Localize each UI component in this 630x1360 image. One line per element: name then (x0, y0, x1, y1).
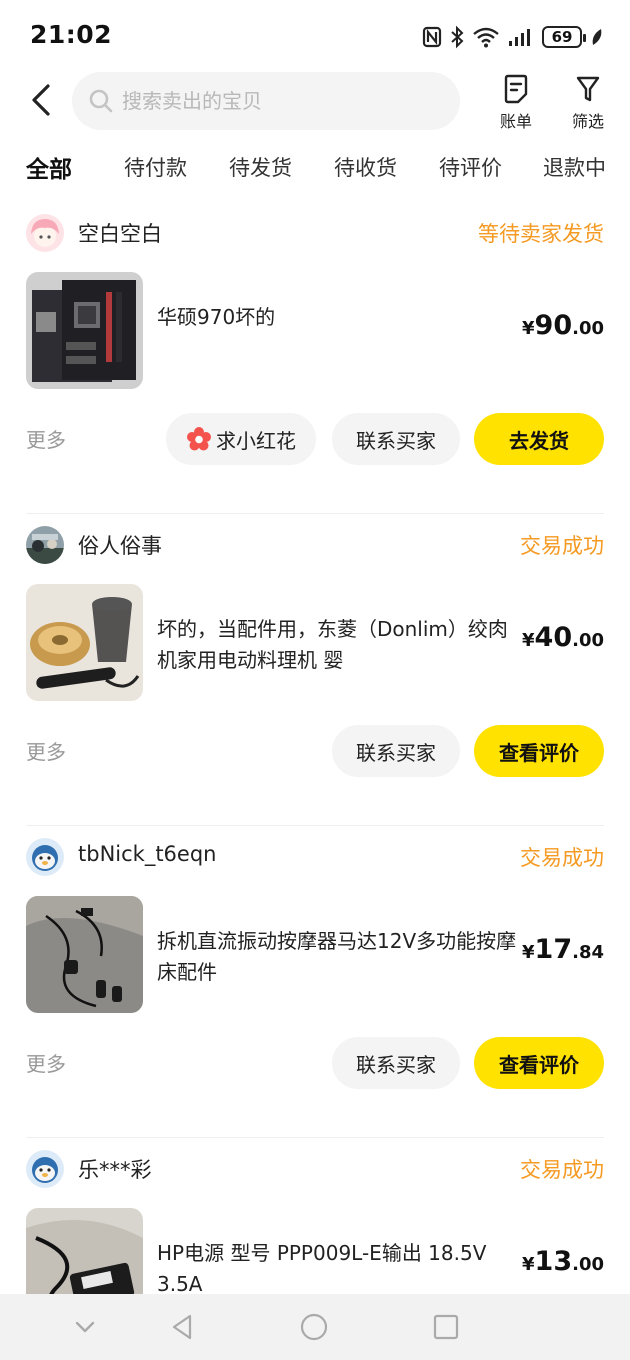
buyer-name[interactable]: 乐***彩 (78, 1154, 152, 1184)
tab-label: 待发货 (229, 156, 292, 180)
chevron-left-icon (32, 84, 50, 116)
buyer-name[interactable]: tbNick_t6eqn (78, 842, 216, 866)
price-currency: ¥ (522, 942, 535, 963)
search-box[interactable] (72, 72, 460, 130)
triangle-back-icon (172, 1314, 192, 1340)
square-recents-icon (433, 1314, 459, 1340)
contact-buyer-button[interactable]: 联系买家 (332, 1037, 460, 1089)
price-integer: 17 (534, 934, 573, 965)
tab-pending-payment[interactable]: 待付款 (124, 152, 187, 182)
tab-all[interactable]: 全部 (26, 150, 72, 184)
tab-label: 退款中 (543, 156, 606, 180)
order-tabs: 全部 待付款 待发货 待收货 待评价 退款中 (0, 144, 630, 194)
price-decimal: .84 (572, 942, 604, 963)
leaf-icon (592, 29, 602, 45)
avatar (26, 214, 64, 252)
bill-label: 账单 (499, 112, 532, 131)
price-integer: 90 (534, 310, 573, 341)
more-link[interactable]: 更多 (26, 1048, 66, 1077)
search-input[interactable] (122, 89, 442, 113)
nav-recents-button[interactable] (431, 1312, 461, 1342)
price-decimal: .00 (572, 318, 604, 339)
wifi-icon (473, 27, 499, 48)
chevron-down-icon (75, 1321, 95, 1333)
system-icons: 69 (422, 22, 604, 52)
contact-buyer-button[interactable]: 联系买家 (332, 413, 460, 465)
nav-back-button[interactable] (168, 1312, 198, 1342)
tab-label: 待评价 (439, 156, 502, 180)
price-currency: ¥ (522, 318, 535, 339)
product-thumbnail[interactable] (26, 584, 143, 701)
avatar (26, 526, 64, 564)
bill-icon (504, 74, 528, 104)
product-price: ¥13.00 (522, 1246, 604, 1277)
system-navigation-bar (0, 1294, 630, 1360)
price-integer: 40 (534, 622, 573, 653)
product-thumbnail[interactable] (26, 272, 143, 389)
product-thumbnail[interactable] (26, 1208, 143, 1294)
battery-level: 69 (551, 28, 573, 46)
filter-icon (576, 76, 600, 102)
bluetooth-icon (451, 25, 464, 49)
tab-label: 全部 (26, 157, 72, 183)
buyer-name[interactable]: 俗人俗事 (78, 530, 162, 560)
more-link[interactable]: 更多 (26, 736, 66, 765)
tab-label: 待付款 (124, 156, 187, 180)
product-title[interactable]: 坏的，当配件用，东菱（Donlim）绞肉机家用电动料理机 婴 (157, 614, 517, 676)
battery-icon: 69 (542, 26, 586, 48)
tab-label: 待收货 (334, 156, 397, 180)
more-link[interactable]: 更多 (26, 424, 66, 453)
flower-icon (187, 427, 211, 451)
order-card[interactable]: 空白空白 等待卖家发货 华硕970坏的 ¥90.00 更多 求小红花 联系买家 … (0, 202, 630, 514)
order-status: 交易成功 (520, 846, 604, 870)
ship-button[interactable]: 去发货 (474, 413, 604, 465)
ask-flower-button[interactable]: 求小红花 (166, 413, 316, 465)
avatar (26, 838, 64, 876)
price-decimal: .00 (572, 1254, 604, 1275)
signal-icon (509, 29, 530, 46)
price-integer: 13 (534, 1246, 573, 1277)
hide-keyboard-button[interactable] (70, 1312, 100, 1342)
contact-buyer-button[interactable]: 联系买家 (332, 725, 460, 777)
order-card[interactable]: 乐***彩 交易成功 HP电源 型号 PPP009L-E输出 18.5V 3.5… (0, 1138, 630, 1294)
product-title[interactable]: 华硕970坏的 (157, 302, 517, 333)
header: 账单 筛选 (0, 70, 630, 132)
status-bar: 21:02 69 (0, 0, 630, 70)
buyer-name[interactable]: 空白空白 (78, 218, 162, 248)
filter-label: 筛选 (571, 112, 604, 131)
product-title[interactable]: 拆机直流振动按摩器马达12V多功能按摩床配件 (157, 926, 517, 988)
price-decimal: .00 (572, 630, 604, 651)
order-card[interactable]: 俗人俗事 交易成功 坏的，当配件用，东菱（Donlim）绞肉机家用电动料理机 婴… (0, 514, 630, 826)
search-icon (89, 89, 113, 113)
bill-button[interactable]: 账单 (486, 74, 546, 132)
product-thumbnail[interactable] (26, 896, 143, 1013)
tab-refunding[interactable]: 退款中 (543, 152, 606, 182)
view-review-button[interactable]: 查看评价 (474, 725, 604, 777)
nfc-icon (422, 26, 442, 48)
tab-pending-receipt[interactable]: 待收货 (334, 152, 397, 182)
avatar (26, 1150, 64, 1188)
view-review-button[interactable]: 查看评价 (474, 1037, 604, 1089)
product-price: ¥90.00 (522, 310, 604, 341)
circle-home-icon (300, 1313, 328, 1341)
product-price: ¥17.84 (522, 934, 604, 965)
order-status: 交易成功 (520, 534, 604, 558)
button-label: 求小红花 (216, 428, 296, 453)
tab-pending-shipment[interactable]: 待发货 (229, 152, 292, 182)
tab-pending-review[interactable]: 待评价 (439, 152, 502, 182)
nav-home-button[interactable] (299, 1312, 329, 1342)
order-status: 等待卖家发货 (478, 222, 604, 246)
order-status: 交易成功 (520, 1158, 604, 1182)
price-currency: ¥ (522, 1254, 535, 1275)
filter-button[interactable]: 筛选 (558, 74, 618, 132)
back-button[interactable] (22, 80, 62, 120)
product-title[interactable]: HP电源 型号 PPP009L-E输出 18.5V 3.5A (157, 1238, 517, 1294)
order-card[interactable]: tbNick_t6eqn 交易成功 拆机直流振动按摩器马达12V多功能按摩床配件… (0, 826, 630, 1138)
status-time: 21:02 (30, 20, 113, 49)
product-price: ¥40.00 (522, 622, 604, 653)
price-currency: ¥ (522, 630, 535, 651)
